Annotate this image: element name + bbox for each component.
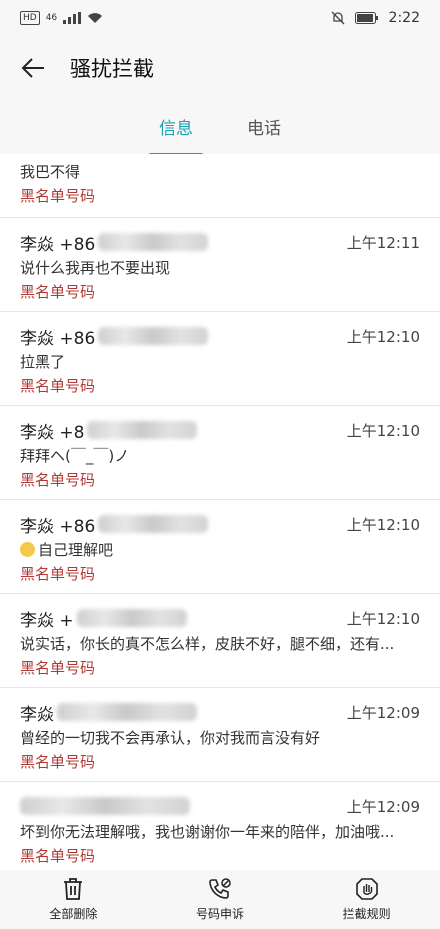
message-preview: 说实话，你长的真不怎么样，皮肤不好，腿不细，还有... bbox=[20, 635, 395, 653]
timestamp: 上午12:10 bbox=[346, 609, 420, 628]
list-item[interactable]: 李焱 +86 上午12:10 拉黑了 黑名单号码 bbox=[0, 312, 440, 406]
number-appeal-label: 号码申诉 bbox=[195, 907, 244, 921]
page-title: 骚扰拦截 bbox=[70, 57, 154, 81]
blacklist-tag: 黑名单号码 bbox=[20, 283, 96, 301]
signal-icon bbox=[63, 12, 82, 24]
tab-bar: 信息 电话 bbox=[0, 108, 440, 156]
blacklist-tag: 黑名单号码 bbox=[20, 377, 96, 395]
list-item[interactable]: 李焱 上午12:09 曾经的一切我不会再承认，你对我而言没有好 黑名单号码 bbox=[0, 688, 440, 782]
intercept-rules-label: 拦截规则 bbox=[342, 907, 391, 921]
timestamp: 上午12:11 bbox=[346, 233, 420, 252]
message-preview: 说什么我再也不要出现 bbox=[20, 259, 171, 277]
hand-stop-icon bbox=[355, 878, 378, 900]
timestamp: 上午12:09 bbox=[346, 797, 420, 816]
bottom-toolbar: 全部删除 号码申诉 拦截规则 bbox=[0, 870, 440, 929]
list-item[interactable]: 李焱 +8 上午12:10 拜拜ヘ(￣_￣)ノ 黑名单号码 bbox=[0, 406, 440, 500]
trash-icon bbox=[64, 878, 83, 900]
number-appeal-button[interactable]: 号码申诉 bbox=[165, 877, 275, 922]
tab-messages[interactable]: 信息 bbox=[149, 108, 203, 156]
delete-all-button[interactable]: 全部删除 bbox=[18, 877, 128, 922]
redacted-number bbox=[98, 515, 209, 533]
status-bar: HD 46 2:22 bbox=[0, 0, 440, 36]
message-preview: 坏到你无法理解哦，我也谢谢你一年来的陪伴，加油哦... bbox=[20, 823, 395, 841]
redacted-number bbox=[98, 327, 209, 345]
blacklist-tag: 黑名单号码 bbox=[20, 847, 96, 865]
network-type: 46 bbox=[45, 13, 58, 23]
redacted-number bbox=[76, 609, 187, 627]
timestamp: 上午12:10 bbox=[346, 327, 420, 346]
tab-calls[interactable]: 电话 bbox=[237, 108, 291, 148]
contact-name: 李焱 +86 bbox=[20, 328, 96, 349]
arrow-left-icon bbox=[21, 58, 44, 78]
wifi-icon bbox=[88, 13, 103, 23]
mute-icon bbox=[331, 11, 345, 25]
list-item[interactable]: 李焱 +86 上午12:11 说什么我再也不要出现 黑名单号码 bbox=[0, 218, 440, 312]
contact-name: 李焱 +86 bbox=[20, 516, 96, 537]
list-item[interactable]: 我巴不得 黑名单号码 bbox=[0, 154, 440, 218]
redacted-number bbox=[87, 421, 198, 439]
contact-name: 李焱 bbox=[20, 704, 54, 725]
message-preview: 曾经的一切我不会再承认，你对我而言没有好 bbox=[20, 729, 321, 747]
list-item[interactable]: 李焱 + 上午12:10 说实话，你长的真不怎么样，皮肤不好，腿不细，还有... … bbox=[0, 594, 440, 688]
timestamp: 上午12:10 bbox=[346, 421, 420, 440]
timestamp: 上午12:09 bbox=[346, 703, 420, 722]
contact-name: 李焱 + bbox=[20, 610, 74, 631]
list-item[interactable]: 李焱 +86 上午12:10 自己理解吧 黑名单号码 bbox=[0, 500, 440, 594]
battery-icon bbox=[354, 12, 378, 24]
phone-block-icon bbox=[209, 878, 231, 899]
message-preview: 我巴不得 bbox=[20, 163, 81, 181]
redacted-number bbox=[20, 797, 190, 815]
delete-all-label: 全部删除 bbox=[49, 907, 98, 921]
message-list: 我巴不得 黑名单号码 李焱 +86 上午12:11 说什么我再也不要出现 黑名单号… bbox=[0, 154, 440, 870]
smile-emoji-icon bbox=[20, 542, 35, 557]
contact-name: 李焱 +8 bbox=[20, 422, 85, 443]
blacklist-tag: 黑名单号码 bbox=[20, 187, 96, 205]
clock: 2:22 bbox=[388, 10, 420, 26]
blacklist-tag: 黑名单号码 bbox=[20, 471, 96, 489]
list-item[interactable]: 上午12:09 坏到你无法理解哦，我也谢谢你一年来的陪伴，加油哦... 黑名单号… bbox=[0, 782, 440, 870]
message-preview: 拉黑了 bbox=[20, 353, 66, 371]
intercept-rules-button[interactable]: 拦截规则 bbox=[312, 877, 422, 922]
contact-name: 李焱 +86 bbox=[20, 234, 96, 255]
redacted-number bbox=[57, 703, 197, 721]
blacklist-tag: 黑名单号码 bbox=[20, 565, 96, 583]
app-bar: 骚扰拦截 bbox=[0, 40, 440, 96]
timestamp: 上午12:10 bbox=[346, 515, 420, 534]
blacklist-tag: 黑名单号码 bbox=[20, 753, 96, 771]
back-button[interactable] bbox=[18, 53, 48, 83]
hd-icon: HD bbox=[20, 11, 40, 25]
redacted-number bbox=[98, 233, 209, 251]
message-preview: 自己理解吧 bbox=[38, 541, 114, 559]
message-preview: 拜拜ヘ(￣_￣)ノ bbox=[20, 447, 130, 465]
blacklist-tag: 黑名单号码 bbox=[20, 659, 96, 677]
